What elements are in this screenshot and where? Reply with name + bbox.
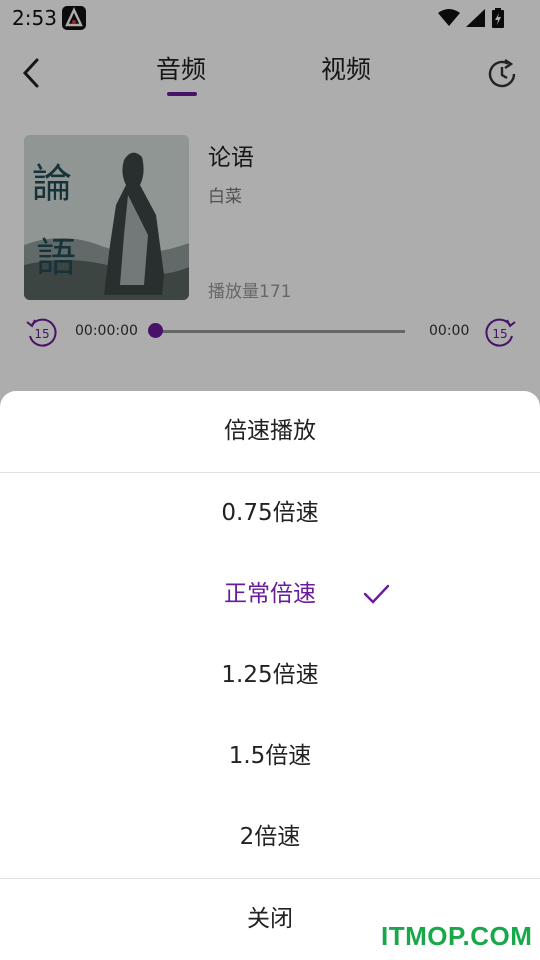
speed-option-normal[interactable]: 正常倍速 [0,554,540,635]
sheet-title: 倍速播放 [224,418,316,444]
site-watermark: ITMOP.COM [381,921,533,951]
speed-option-1-25[interactable]: 1.25倍速 [0,635,540,716]
check-icon [363,584,390,604]
speed-option-2[interactable]: 2倍速 [0,797,540,878]
speed-option-1-5[interactable]: 1.5倍速 [0,716,540,797]
speed-option-0-75[interactable]: 0.75倍速 [0,473,540,554]
speed-option-label: 正常倍速 [224,581,316,607]
speed-bottom-sheet: 倍速播放 0.75倍速 正常倍速 1.25倍速 1.5倍速 2倍速 关闭 [0,391,540,960]
